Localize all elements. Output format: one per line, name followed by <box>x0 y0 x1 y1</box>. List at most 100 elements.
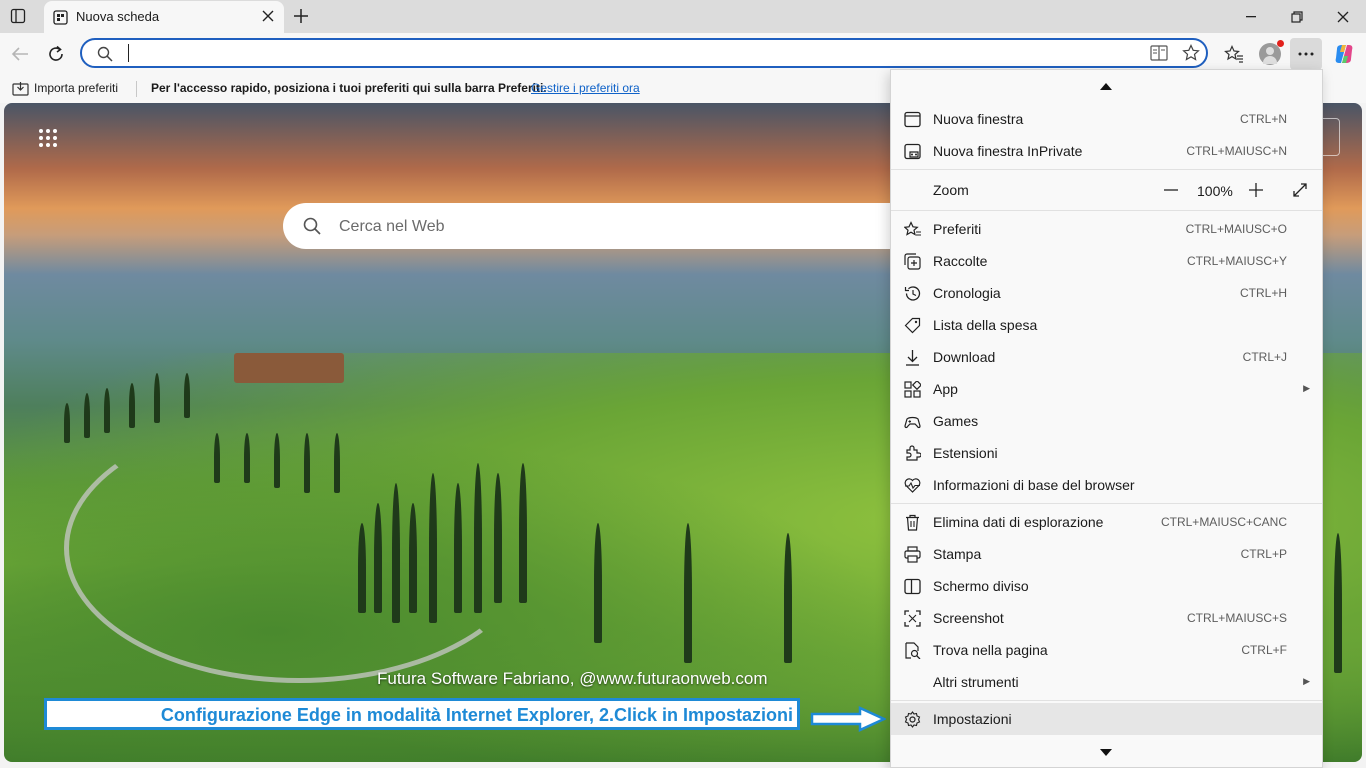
arrow-right-icon <box>810 706 886 732</box>
menu-label: Preferiti <box>933 221 982 237</box>
menu-label: Download <box>933 349 996 365</box>
new-tab-plus-icon[interactable] <box>292 7 310 25</box>
menu-item-browser-essentials[interactable]: Informazioni di base del browser <box>891 469 1322 501</box>
menu-item-games[interactable]: Games <box>891 405 1322 437</box>
text-caret <box>128 44 129 62</box>
settings-and-more-icon[interactable] <box>1290 38 1322 70</box>
scroll-down-icon[interactable] <box>1100 749 1112 756</box>
apps-launcher-icon[interactable] <box>38 128 58 148</box>
heart-pulse-icon <box>904 478 921 493</box>
close-window-icon[interactable] <box>1320 0 1366 33</box>
web-search-icon <box>303 217 321 235</box>
zoom-in-icon[interactable] <box>1248 182 1264 198</box>
favbar-divider <box>136 81 137 97</box>
back-icon[interactable] <box>4 38 36 70</box>
favorites-button-icon[interactable] <box>1218 38 1250 70</box>
menu-shortcut: CTRL+MAIUSC+Y <box>1186 254 1287 268</box>
tutorial-caption-text: Configurazione Edge in modalità Internet… <box>160 705 793 725</box>
minimize-icon[interactable] <box>1228 0 1274 33</box>
menu-item-favorites[interactable]: Preferiti CTRL+MAIUSC+O <box>891 213 1322 245</box>
menu-separator <box>891 503 1322 504</box>
menu-item-history[interactable]: Cronologia CTRL+H <box>891 277 1322 309</box>
menu-item-new-inprivate[interactable]: Nuova finestra InPrivate CTRL+MAIUSC+N <box>891 135 1322 167</box>
menu-item-zoom: Zoom 100% <box>891 174 1322 206</box>
notification-dot <box>1277 40 1284 47</box>
menu-label: Lista della spesa <box>933 317 1038 333</box>
menu-label: Altri strumenti <box>933 674 1019 690</box>
window-icon <box>904 111 921 128</box>
menu-label: Nuova finestra InPrivate <box>933 143 1083 159</box>
web-search-placeholder: Cerca nel Web <box>339 218 445 235</box>
collections-icon <box>904 253 921 270</box>
menu-shortcut: CTRL+F <box>1241 643 1287 657</box>
favorites-icon <box>904 221 921 236</box>
menu-shortcut: CTRL+J <box>1242 350 1287 364</box>
menu-label: Raccolte <box>933 253 988 269</box>
new-tab-icon <box>53 10 68 25</box>
scroll-up-icon[interactable] <box>1100 83 1112 90</box>
import-favorites-button[interactable]: Importa preferiti <box>34 81 118 95</box>
menu-item-split-screen[interactable]: Schermo diviso <box>891 570 1322 602</box>
menu-label: Informazioni di base del browser <box>933 477 1135 493</box>
menu-label: Impostazioni <box>933 711 1012 727</box>
menu-label: Schermo diviso <box>933 578 1029 594</box>
immersive-reader-icon[interactable] <box>1150 45 1168 61</box>
split-screen-icon <box>904 578 921 595</box>
menu-item-screenshot[interactable]: Screenshot CTRL+MAIUSC+S <box>891 602 1322 634</box>
menu-item-settings[interactable]: Impostazioni <box>891 703 1322 735</box>
menu-item-collections[interactable]: Raccolte CTRL+MAIUSC+Y <box>891 245 1322 277</box>
menu-item-download[interactable]: Download CTRL+J <box>891 341 1322 373</box>
menu-label: Estensioni <box>933 445 998 461</box>
address-bar[interactable] <box>80 38 1208 68</box>
menu-item-find[interactable]: Trova nella pagina CTRL+F <box>891 634 1322 666</box>
menu-label: Nuova finestra <box>933 111 1024 127</box>
tutorial-caption: Configurazione Edge in modalità Internet… <box>44 698 800 730</box>
menu-label: Elimina dati di esplorazione <box>933 514 1104 530</box>
menu-item-print[interactable]: Stampa CTRL+P <box>891 538 1322 570</box>
fullscreen-icon[interactable] <box>1292 182 1308 198</box>
search-icon <box>97 46 113 62</box>
refresh-icon[interactable] <box>40 38 72 70</box>
manage-favorites-link[interactable]: Gestire i preferiti ora <box>531 81 640 95</box>
menu-separator <box>891 169 1322 170</box>
menu-shortcut: CTRL+MAIUSC+N <box>1186 144 1287 158</box>
menu-separator <box>891 210 1322 211</box>
menu-shortcut: CTRL+MAIUSC+CANC <box>1160 515 1287 529</box>
menu-label: Stampa <box>933 546 982 562</box>
apps-icon <box>904 381 921 398</box>
tab-strip: Nuova scheda <box>0 0 1366 33</box>
download-icon <box>906 350 919 366</box>
zoom-level: 100% <box>1197 183 1233 199</box>
menu-item-new-window[interactable]: Nuova finestra CTRL+N <box>891 103 1322 135</box>
menu-shortcut: CTRL+P <box>1240 547 1287 561</box>
submenu-arrow-icon: ▶ <box>1303 676 1310 686</box>
games-icon <box>904 416 921 429</box>
menu-item-shopping-list[interactable]: Lista della spesa <box>891 309 1322 341</box>
menu-item-apps[interactable]: App ▶ <box>891 373 1322 405</box>
menu-item-more-tools[interactable]: Altri strumenti ▶ <box>891 666 1322 698</box>
menu-shortcut: CTRL+MAIUSC+O <box>1185 222 1287 236</box>
web-search-box[interactable]: Cerca nel Web <box>283 203 903 249</box>
tab-new-tab[interactable]: Nuova scheda <box>44 1 284 33</box>
menu-label: Games <box>933 413 979 429</box>
menu-item-extensions[interactable]: Estensioni <box>891 437 1322 469</box>
add-favorite-star-icon[interactable] <box>1182 44 1200 62</box>
extensions-icon <box>906 445 921 461</box>
tag-icon <box>904 317 921 334</box>
menu-shortcut: CTRL+MAIUSC+S <box>1186 611 1287 625</box>
history-icon <box>904 286 921 301</box>
tab-actions-icon[interactable] <box>10 8 26 24</box>
menu-item-clear-data[interactable]: Elimina dati di esplorazione CTRL+MAIUSC… <box>891 506 1322 538</box>
menu-label: App <box>933 381 958 397</box>
menu-label: Trova nella pagina <box>933 642 1048 658</box>
screenshot-icon <box>904 610 921 627</box>
restore-icon[interactable] <box>1274 0 1320 33</box>
close-tab-icon[interactable] <box>262 10 274 22</box>
profile-avatar[interactable] <box>1254 38 1286 70</box>
image-credit: Futura Software Fabriano, @www.futuraonw… <box>377 669 768 688</box>
settings-and-more-menu: Nuova finestra CTRL+N Nuova finestra InP… <box>890 69 1323 768</box>
import-icon <box>12 81 29 96</box>
inprivate-icon <box>904 143 921 160</box>
copilot-icon[interactable] <box>1328 38 1360 70</box>
zoom-out-icon[interactable] <box>1163 182 1179 198</box>
